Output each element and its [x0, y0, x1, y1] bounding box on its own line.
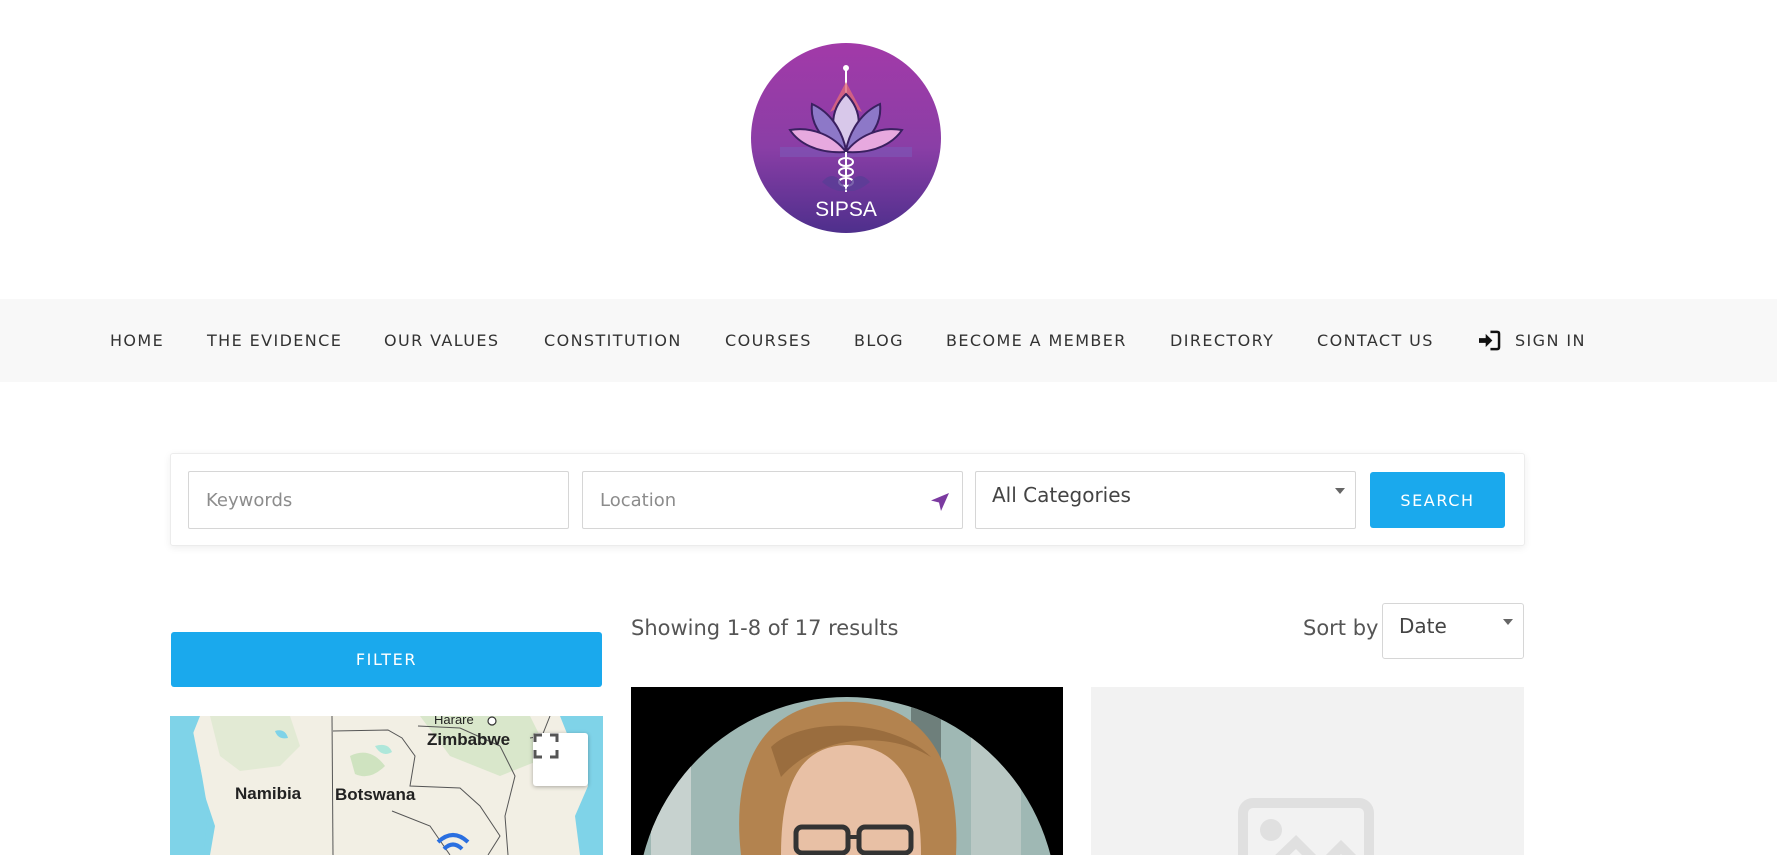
sort-select[interactable]: Date — [1382, 603, 1524, 659]
location-field[interactable] — [582, 471, 963, 529]
map-label-botswana: Botswana — [335, 785, 416, 804]
main-navigation: HOME THE EVIDENCE OUR VALUES CONSTITUTIO… — [0, 299, 1777, 382]
logo-text: SIPSA — [815, 198, 877, 221]
category-select-value: All Categories — [992, 483, 1131, 507]
nav-constitution[interactable]: CONSTITUTION — [544, 299, 682, 382]
sign-in-icon — [1478, 330, 1501, 351]
map-label-zimbabwe: Zimbabwe — [427, 730, 511, 749]
filter-button[interactable]: FILTER — [171, 632, 602, 687]
keywords-input[interactable] — [189, 472, 568, 528]
sort-select-value: Date — [1399, 614, 1447, 638]
sign-in-label: SIGN IN — [1515, 330, 1586, 350]
results-summary: Showing 1-8 of 17 results — [631, 616, 899, 640]
map-label-harare: Harare — [434, 716, 474, 727]
listing-card[interactable] — [1091, 687, 1524, 855]
search-button[interactable]: SEARCH — [1370, 472, 1505, 528]
location-arrow-icon[interactable] — [930, 492, 950, 512]
nav-blog[interactable]: BLOG — [854, 299, 904, 382]
nav-become-a-member[interactable]: BECOME A MEMBER — [946, 299, 1127, 382]
nav-our-values[interactable]: OUR VALUES — [384, 299, 499, 382]
nav-home[interactable]: HOME — [110, 299, 164, 382]
nav-the-evidence[interactable]: THE EVIDENCE — [207, 299, 342, 382]
image-placeholder-icon — [1091, 798, 1524, 855]
sort-by-label: Sort by — [1303, 616, 1379, 640]
location-input[interactable] — [583, 472, 962, 528]
site-logo[interactable]: SIPSA — [750, 42, 942, 234]
map-label-namibia: Namibia — [235, 784, 302, 803]
keywords-field[interactable] — [188, 471, 569, 529]
profile-photo — [631, 687, 1063, 855]
search-panel: All Categories SEARCH — [170, 453, 1525, 546]
nav-courses[interactable]: COURSES — [725, 299, 812, 382]
nav-directory[interactable]: DIRECTORY — [1170, 299, 1274, 382]
nav-sign-in[interactable]: SIGN IN — [1478, 328, 1586, 352]
nav-contact-us[interactable]: CONTACT US — [1317, 299, 1434, 382]
category-select[interactable]: All Categories — [975, 471, 1356, 529]
fullscreen-button[interactable] — [533, 733, 588, 786]
map-view[interactable]: Harare Zimbabwe Namibia Botswana — [170, 716, 603, 855]
chevron-down-icon — [1503, 619, 1513, 625]
chevron-down-icon — [1335, 488, 1345, 494]
listing-card[interactable] — [631, 687, 1063, 855]
